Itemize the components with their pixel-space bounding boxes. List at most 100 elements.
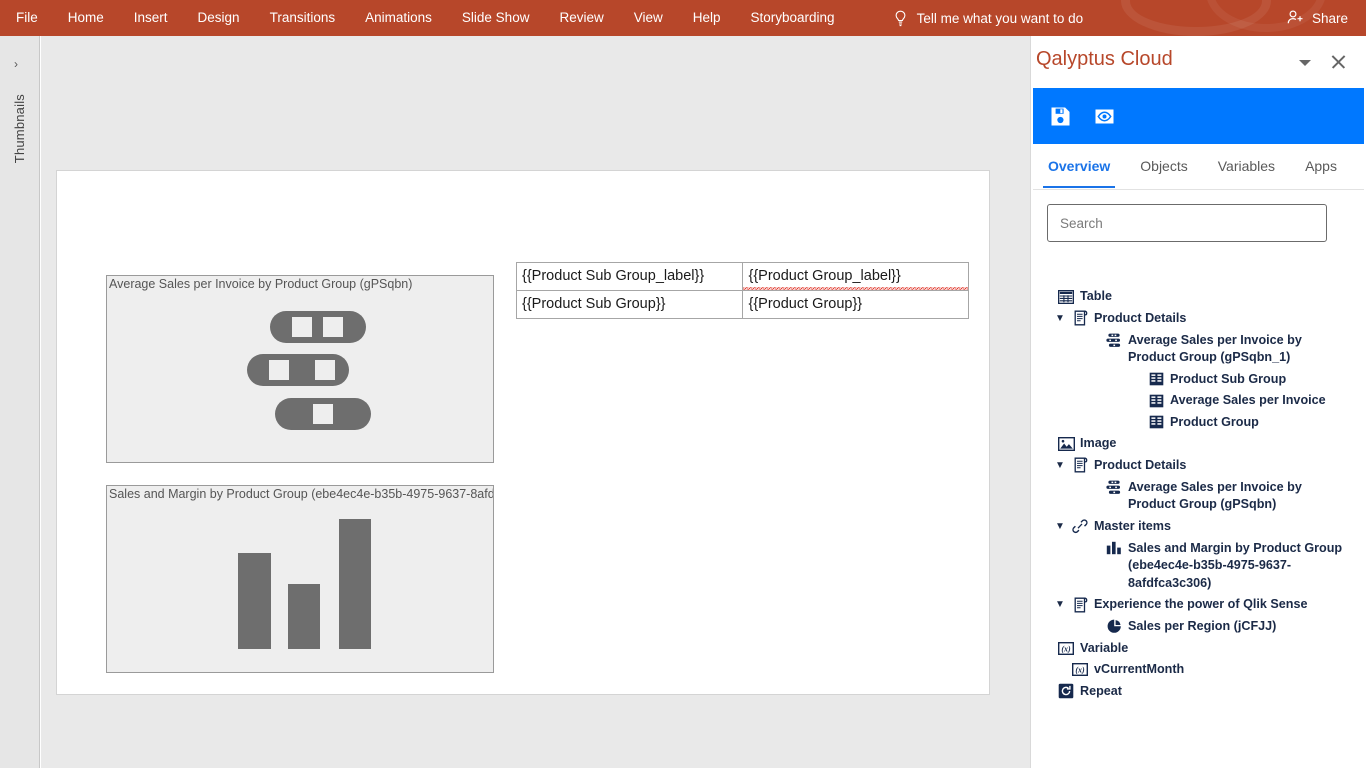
preview-eye-icon[interactable] bbox=[1089, 101, 1119, 131]
tree-node[interactable]: ▼ Master items bbox=[1055, 518, 1366, 536]
table-object-icon bbox=[1105, 479, 1123, 496]
bar-chart-icon bbox=[107, 486, 493, 672]
tree-node[interactable]: ▼ Experience the power of Qlik Sense bbox=[1055, 596, 1366, 614]
slide-canvas[interactable]: Average Sales per Invoice by Product Gro… bbox=[56, 170, 990, 695]
variable-icon: (x) bbox=[1057, 640, 1075, 657]
tree-node-label: Product Sub Group bbox=[1170, 371, 1366, 389]
tree-node-label: Product Details bbox=[1094, 457, 1366, 475]
save-icon[interactable] bbox=[1045, 101, 1075, 131]
tree-node-label: Sales per Region (jCFJJ) bbox=[1128, 618, 1351, 636]
table-cell-sub-group[interactable]: {{Product Sub Group}} bbox=[517, 291, 743, 319]
table-row[interactable]: {{Product Sub Group_label}} {{Product Gr… bbox=[517, 263, 969, 291]
tree-twisty-collapse-icon[interactable]: ▼ bbox=[1055, 518, 1071, 536]
sheet-icon bbox=[1071, 596, 1089, 613]
share-person-icon bbox=[1287, 9, 1305, 28]
lightbulb-icon bbox=[893, 10, 908, 27]
tree-node[interactable]: Repeat bbox=[1041, 683, 1366, 701]
tree-twisty-collapse-icon[interactable]: ▼ bbox=[1055, 457, 1071, 475]
ribbon-tab-slide-show[interactable]: Slide Show bbox=[462, 0, 530, 36]
ribbon-tab-design[interactable]: Design bbox=[198, 0, 240, 36]
table-row[interactable]: {{Product Sub Group}} {{Product Group}} bbox=[517, 291, 969, 319]
tree-node-label: Image bbox=[1080, 435, 1366, 453]
share-button[interactable]: Share bbox=[1281, 0, 1354, 36]
svg-text:(x): (x) bbox=[1075, 665, 1085, 674]
tree-twisty-collapse-icon[interactable]: ▼ bbox=[1055, 310, 1071, 328]
task-pane-header: Qalyptus Cloud bbox=[1031, 36, 1366, 88]
tree-node-label: Sales and Margin by Product Group (ebe4e… bbox=[1128, 540, 1351, 593]
chart-glyph-bar-3 bbox=[339, 519, 371, 649]
table-object-icon bbox=[107, 276, 493, 462]
ribbon-tab-group: Home Insert Design Transitions Animation… bbox=[68, 0, 835, 36]
tree-node[interactable]: (x) vCurrentMonth bbox=[1055, 661, 1366, 679]
tab-apps[interactable]: Apps bbox=[1300, 146, 1342, 187]
slide-editor-area: Average Sales per Invoice by Product Gro… bbox=[41, 36, 1030, 768]
slide-object-table-placeholder[interactable]: Average Sales per Invoice by Product Gro… bbox=[106, 275, 494, 463]
tell-me-search[interactable]: Tell me what you want to do bbox=[893, 10, 1084, 27]
tree-node-label: Master items bbox=[1094, 518, 1366, 536]
chart-glyph-bar-1 bbox=[238, 553, 271, 649]
sheet-icon bbox=[1071, 310, 1089, 327]
tree-node[interactable]: Average Sales per Invoice bbox=[1131, 392, 1366, 410]
tree-node[interactable]: Sales per Region (jCFJJ) bbox=[1089, 618, 1366, 636]
tree-node[interactable]: Product Group bbox=[1131, 414, 1366, 432]
tree-node[interactable]: (x)Variable bbox=[1041, 640, 1366, 658]
grid-table-icon bbox=[1057, 288, 1075, 305]
search-container bbox=[1031, 190, 1366, 248]
tree-twisty-collapse-icon[interactable]: ▼ bbox=[1055, 596, 1071, 614]
field-icon bbox=[1147, 414, 1165, 431]
ribbon-tab-storyboarding[interactable]: Storyboarding bbox=[751, 0, 835, 36]
tab-overview[interactable]: Overview bbox=[1043, 146, 1115, 187]
tree-node[interactable]: Product Sub Group bbox=[1131, 371, 1366, 389]
variable-icon: (x) bbox=[1071, 661, 1089, 678]
ribbon-tab-review[interactable]: Review bbox=[559, 0, 603, 36]
svg-text:(x): (x) bbox=[1061, 644, 1071, 653]
task-pane-options-chevron-down-icon[interactable] bbox=[1294, 52, 1316, 74]
tab-variables[interactable]: Variables bbox=[1213, 146, 1280, 187]
tree-node[interactable]: Average Sales per Invoice by Product Gro… bbox=[1089, 479, 1366, 514]
field-icon bbox=[1147, 392, 1165, 409]
slide-object-chart-placeholder[interactable]: Sales and Margin by Product Group (ebe4e… bbox=[106, 485, 494, 673]
tree-node-label: Average Sales per Invoice bbox=[1170, 392, 1366, 410]
ribbon-tab-file[interactable]: File bbox=[16, 0, 38, 36]
tab-objects[interactable]: Objects bbox=[1135, 146, 1192, 187]
object-tree: Table ▼ Product Details Average Sales per I… bbox=[1031, 288, 1366, 768]
tree-node-label: Product Group bbox=[1170, 414, 1366, 432]
table-glyph-row-3 bbox=[275, 398, 371, 430]
expand-thumbnails-chevron-right-icon[interactable]: › bbox=[14, 58, 18, 70]
share-label: Share bbox=[1312, 11, 1348, 26]
tell-me-label: Tell me what you want to do bbox=[917, 11, 1084, 26]
ribbon-tab-home[interactable]: Home bbox=[68, 0, 104, 36]
tree-node[interactable]: Table bbox=[1041, 288, 1366, 306]
tree-node-label: Experience the power of Qlik Sense bbox=[1094, 596, 1366, 614]
tree-node-label: Product Details bbox=[1094, 310, 1366, 328]
tree-node-label: Average Sales per Invoice by Product Gro… bbox=[1128, 332, 1351, 367]
table-cell-sub-group-label[interactable]: {{Product Sub Group_label}} bbox=[517, 263, 743, 291]
ribbon-tab-insert[interactable]: Insert bbox=[134, 0, 168, 36]
table-cell-group-label[interactable]: {{Product Group_label}} bbox=[743, 263, 969, 291]
task-pane-tab-bar: Overview Objects Variables Apps bbox=[1033, 144, 1364, 190]
task-pane-close-icon[interactable] bbox=[1328, 51, 1350, 73]
link-icon bbox=[1071, 518, 1089, 535]
ribbon-tab-view[interactable]: View bbox=[634, 0, 663, 36]
ribbon-tab-animations[interactable]: Animations bbox=[365, 0, 432, 36]
ribbon-tab-help[interactable]: Help bbox=[693, 0, 721, 36]
tree-node[interactable]: Sales and Margin by Product Group (ebe4e… bbox=[1089, 540, 1366, 593]
tree-node[interactable]: Average Sales per Invoice by Product Gro… bbox=[1089, 332, 1366, 367]
qalyptus-cloud-task-pane: Qalyptus Cloud bbox=[1030, 36, 1366, 768]
task-pane-title: Qalyptus Cloud bbox=[1036, 48, 1173, 71]
pie-chart-icon bbox=[1105, 618, 1123, 635]
ribbon-decoration-circle bbox=[1121, 0, 1271, 36]
bar-chart-icon bbox=[1105, 540, 1123, 557]
table-cell-group[interactable]: {{Product Group}} bbox=[743, 291, 969, 319]
chart-glyph-bar-2 bbox=[288, 584, 320, 649]
thumbnails-rail: › Thumbnails bbox=[0, 36, 40, 768]
search-input[interactable] bbox=[1047, 204, 1327, 242]
tree-node[interactable]: Image bbox=[1041, 435, 1366, 453]
addin-toolbar bbox=[1033, 88, 1364, 144]
tree-node-label: vCurrentMonth bbox=[1094, 661, 1366, 679]
slide-template-table[interactable]: {{Product Sub Group_label}} {{Product Gr… bbox=[516, 262, 969, 319]
tree-node[interactable]: ▼ Product Details bbox=[1055, 310, 1366, 328]
ribbon-tab-transitions[interactable]: Transitions bbox=[270, 0, 336, 36]
thumbnails-label[interactable]: Thumbnails bbox=[12, 94, 27, 163]
tree-node[interactable]: ▼ Product Details bbox=[1055, 457, 1366, 475]
